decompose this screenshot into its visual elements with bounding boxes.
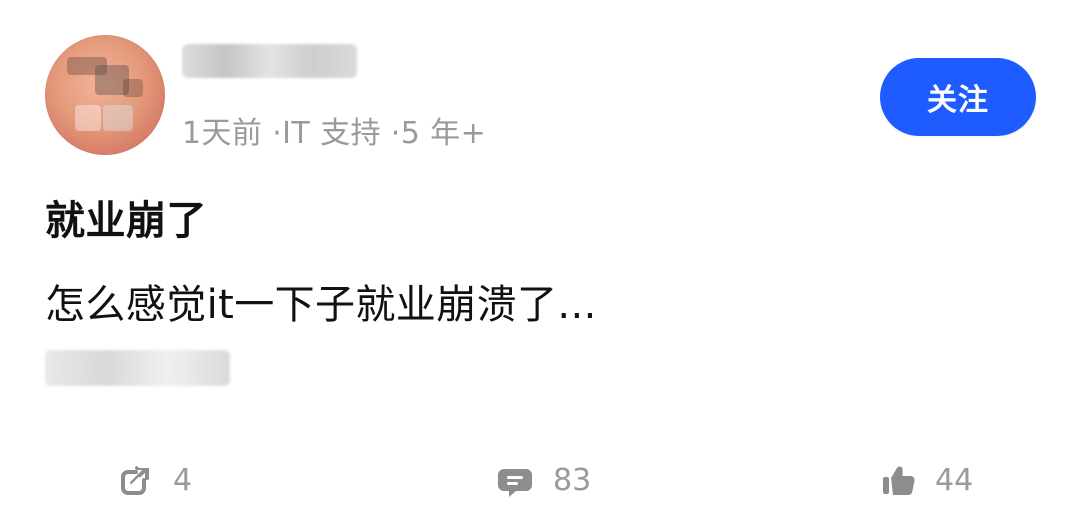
avatar-pixel	[75, 105, 101, 131]
post-title: 就业崩了	[45, 198, 207, 244]
comment-icon	[495, 460, 535, 500]
comment-icon-svg	[498, 469, 532, 497]
like-count: 44	[935, 462, 974, 498]
thumbs-up-icon	[877, 460, 917, 500]
follow-button[interactable]: 关注	[880, 58, 1036, 136]
avatar-pixel	[123, 79, 143, 97]
post-meta: 1天前 ·IT 支持 ·5 年+	[182, 116, 487, 151]
share-icon-svg	[121, 466, 149, 495]
comment-action[interactable]: 83	[495, 455, 591, 505]
share-count: 4	[173, 462, 193, 498]
thumbs-up-icon-svg	[883, 466, 915, 495]
post-content: 怎么感觉it一下子就业崩溃了...	[45, 282, 597, 328]
comment-count: 83	[553, 462, 592, 498]
location-redacted	[45, 350, 230, 386]
share-icon	[115, 460, 155, 500]
avatar[interactable]	[45, 35, 165, 155]
like-action[interactable]: 44	[877, 455, 973, 505]
avatar-pixel	[103, 105, 133, 131]
username-redacted	[182, 44, 357, 78]
share-action[interactable]: 4	[115, 455, 192, 505]
